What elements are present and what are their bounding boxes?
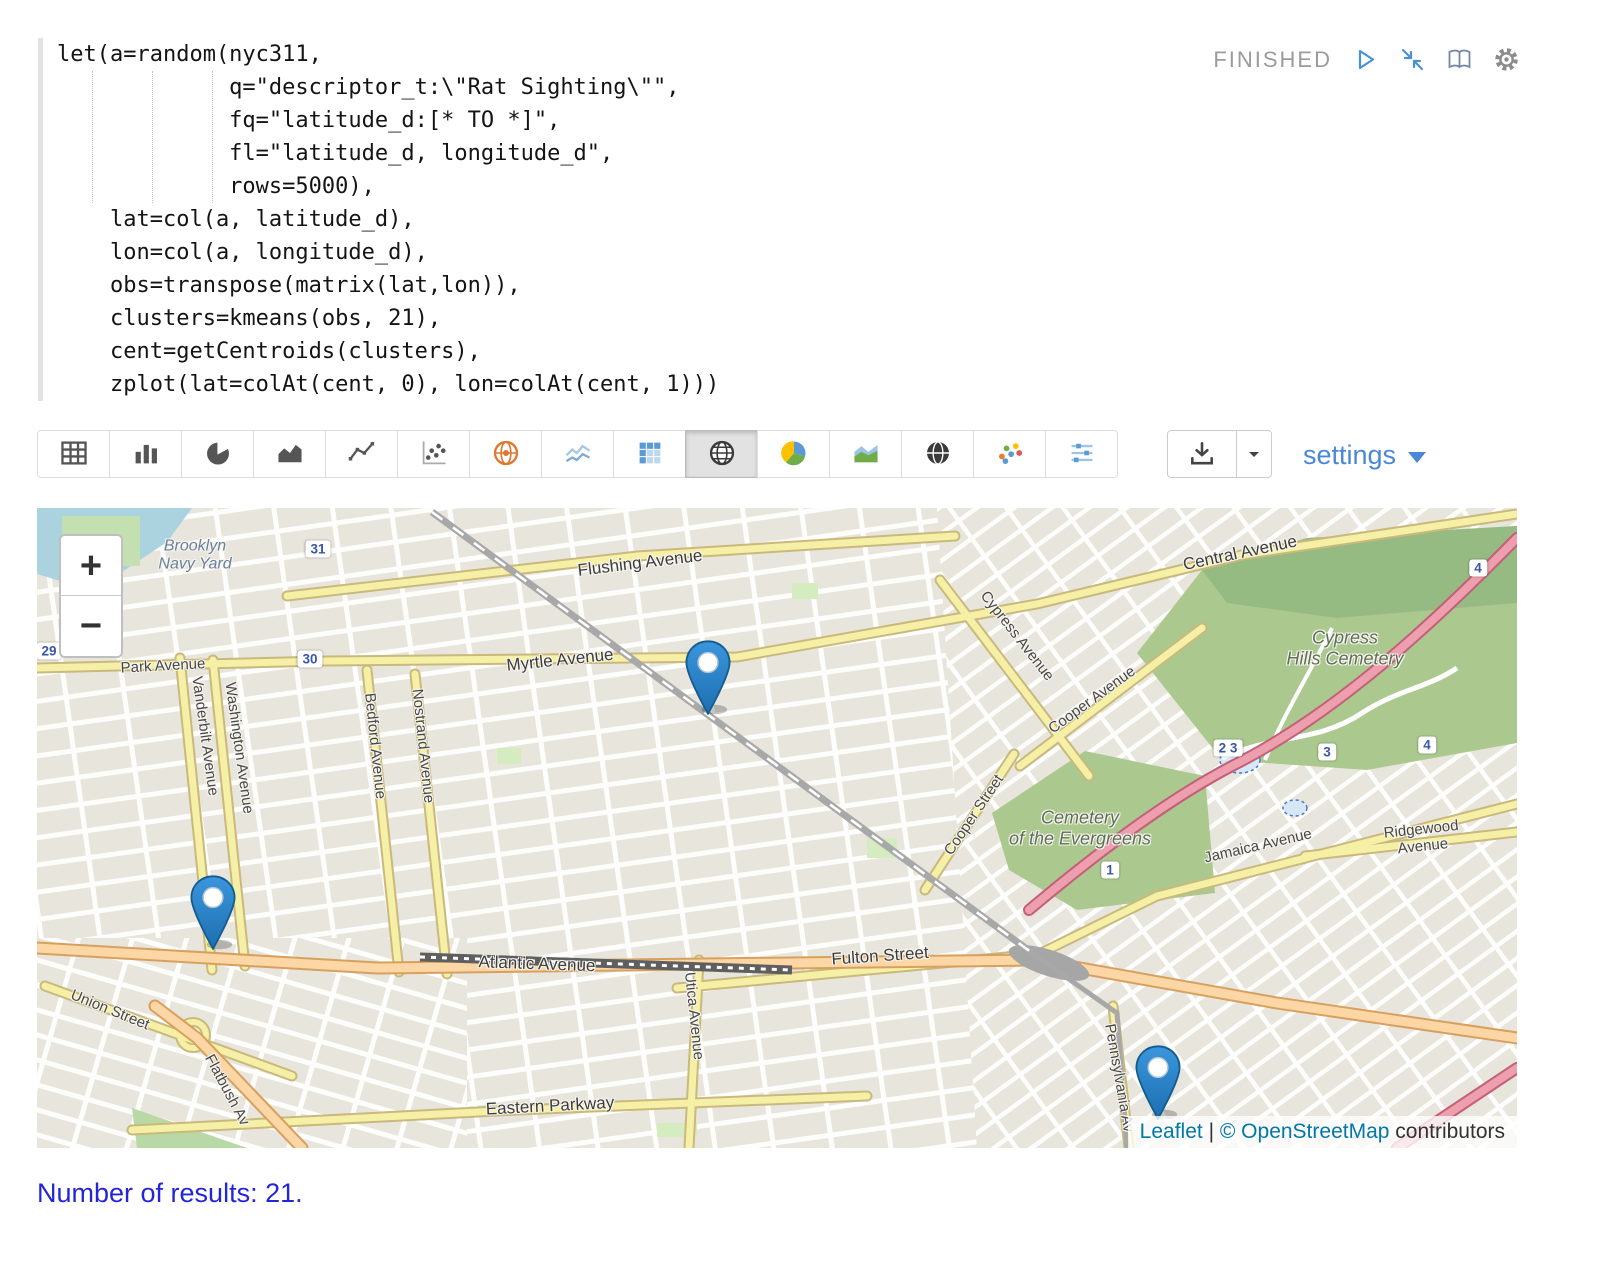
pie-color-icon	[778, 438, 810, 471]
line-chart-button[interactable]	[325, 430, 398, 478]
report-view-icon[interactable]	[1446, 46, 1473, 73]
settings-link[interactable]: settings	[1303, 440, 1426, 471]
map-orange-button[interactable]	[469, 430, 542, 478]
scatter-icon	[418, 438, 450, 471]
export-group	[1167, 430, 1272, 478]
leaflet-map[interactable]: Brooklyn Navy YardFlushing AvenueCentral…	[37, 508, 1517, 1148]
download-button[interactable]	[1167, 430, 1237, 478]
scatter-color-button[interactable]	[973, 430, 1046, 478]
results-count: Number of results: 21.	[37, 1178, 303, 1209]
pivot-grid-button[interactable]	[613, 430, 686, 478]
status-finished: FINISHED	[1213, 47, 1332, 73]
leaflet-link[interactable]: Leaflet	[1140, 1120, 1203, 1143]
line-icon	[346, 438, 378, 471]
map-attribution: Leaflet | © OpenStreetMap contributors	[1128, 1116, 1517, 1148]
run-play-icon[interactable]	[1352, 46, 1379, 73]
settings-label: settings	[1303, 440, 1396, 471]
pie-color-button[interactable]	[757, 430, 830, 478]
collapse-icon[interactable]	[1399, 46, 1426, 73]
map-marker[interactable]	[1135, 1045, 1181, 1125]
map-marker[interactable]	[190, 875, 236, 955]
table-button[interactable]	[37, 430, 110, 478]
pivot-icon	[634, 438, 666, 471]
pie-chart-button[interactable]	[181, 430, 254, 478]
globe-dark-button[interactable]	[901, 430, 974, 478]
spark-icon	[562, 438, 594, 471]
code-editor[interactable]: let(a=random(nyc311, q="descriptor_t:\"R…	[38, 38, 1557, 401]
osm-link[interactable]: © OpenStreetMap	[1220, 1120, 1390, 1143]
indent-guide	[152, 71, 153, 203]
indent-guide	[92, 71, 93, 203]
area-icon	[274, 438, 306, 471]
globe-orange-icon	[490, 438, 522, 471]
code-text[interactable]: let(a=random(nyc311, q="descriptor_t:\"R…	[57, 38, 1557, 401]
zoom-in-button[interactable]: +	[61, 536, 121, 596]
attribution-suffix: contributors	[1395, 1120, 1505, 1143]
scatter-color-icon	[994, 438, 1026, 471]
area-color-icon	[850, 438, 882, 471]
attribution-separator: |	[1209, 1120, 1214, 1143]
indent-guide	[212, 71, 213, 203]
zeppelin-paragraph: let(a=random(nyc311, q="descriptor_t:\"R…	[0, 0, 1618, 1286]
viz-toolbar	[37, 430, 1118, 478]
facet-sliders-button[interactable]	[1045, 430, 1118, 478]
globe-dark-icon	[922, 438, 954, 471]
zoom-out-button[interactable]: −	[61, 596, 121, 656]
sliders-icon	[1066, 438, 1098, 471]
table-icon	[58, 438, 90, 471]
paragraph-controls: FINISHED	[1213, 46, 1520, 73]
map-tiles	[37, 508, 1517, 1148]
pie-icon	[202, 438, 234, 471]
zoom-control: + −	[59, 534, 123, 658]
sparkline-button[interactable]	[541, 430, 614, 478]
scatter-chart-button[interactable]	[397, 430, 470, 478]
gear-icon[interactable]	[1493, 46, 1520, 73]
download-caret-button[interactable]	[1236, 430, 1272, 478]
area-color-button[interactable]	[829, 430, 902, 478]
chevron-down-icon	[1408, 452, 1426, 463]
globe-icon	[706, 438, 738, 471]
bar-icon	[130, 438, 162, 471]
map-globe-button[interactable]	[685, 430, 758, 478]
area-chart-button[interactable]	[253, 430, 326, 478]
bar-chart-button[interactable]	[109, 430, 182, 478]
map-marker[interactable]	[685, 640, 731, 720]
